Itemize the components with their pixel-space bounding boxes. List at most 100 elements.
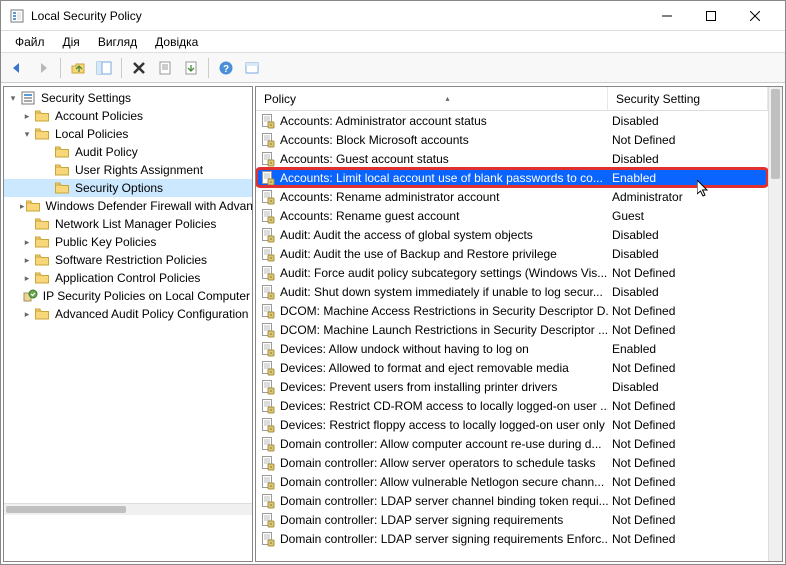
policy-value-cell: Not Defined	[608, 133, 768, 147]
policy-value-cell: Disabled	[608, 285, 768, 299]
horizontal-scrollbar[interactable]	[4, 503, 252, 515]
policy-list[interactable]: Policy▴ Security Setting Accounts: Admin…	[256, 87, 768, 561]
close-button[interactable]	[733, 2, 777, 30]
refresh-button[interactable]	[240, 56, 264, 80]
policy-name: Domain controller: LDAP server signing r…	[280, 532, 608, 546]
policy-icon	[260, 208, 276, 224]
policy-row[interactable]: DCOM: Machine Access Restrictions in Sec…	[256, 301, 768, 320]
policy-row[interactable]: Devices: Restrict CD-ROM access to local…	[256, 396, 768, 415]
expander-icon[interactable]	[20, 217, 34, 231]
tree-item[interactable]: Security Options	[4, 179, 252, 197]
policy-row[interactable]: Audit: Shut down system immediately if u…	[256, 282, 768, 301]
tree-item[interactable]: User Rights Assignment	[4, 161, 252, 179]
policy-name: Devices: Prevent users from installing p…	[280, 380, 557, 394]
policy-icon	[260, 113, 276, 129]
tree-item[interactable]: ▸Software Restriction Policies	[4, 251, 252, 269]
expander-icon[interactable]: ▸	[20, 307, 34, 321]
tree-item[interactable]: ▾ Local Policies	[4, 125, 252, 143]
policy-value-cell: Administrator	[608, 190, 768, 204]
expander-icon[interactable]: ▸	[20, 253, 34, 267]
expander-icon[interactable]: ▸	[20, 109, 34, 123]
tree-item[interactable]: ▸Windows Defender Firewall with Advanced…	[4, 197, 252, 215]
policy-icon	[260, 227, 276, 243]
column-header-policy[interactable]: Policy▴	[256, 87, 608, 110]
tree-item[interactable]: ▸ Application Control Policies	[4, 269, 252, 287]
export-button[interactable]	[179, 56, 203, 80]
menu-дія[interactable]: Дія	[55, 33, 88, 51]
policy-name: Audit: Shut down system immediately if u…	[280, 285, 603, 299]
app-window: Local Security Policy ФайлДіяВиглядДовід…	[0, 0, 786, 565]
policy-name-cell: Accounts: Block Microsoft accounts	[256, 132, 608, 148]
policy-row[interactable]: Devices: Restrict floppy access to local…	[256, 415, 768, 434]
policy-row[interactable]: Domain controller: LDAP server signing r…	[256, 529, 768, 548]
help-button[interactable]: ?	[214, 56, 238, 80]
back-button[interactable]	[5, 56, 29, 80]
expander-icon[interactable]	[40, 181, 54, 195]
policy-row[interactable]: Audit: Audit the access of global system…	[256, 225, 768, 244]
tree-item-label: Public Key Policies	[53, 235, 158, 249]
policy-row[interactable]: Domain controller: Allow computer accoun…	[256, 434, 768, 453]
expander-icon[interactable]: ▾	[20, 127, 34, 141]
column-header-label: Policy	[264, 92, 296, 106]
policy-row[interactable]: Accounts: Guest account statusDisabled	[256, 149, 768, 168]
policy-value-cell: Enabled	[608, 171, 768, 185]
ipsec-icon	[22, 288, 38, 304]
expander-icon[interactable]: ▸	[20, 235, 34, 249]
maximize-button[interactable]	[689, 2, 733, 30]
policy-name: Accounts: Rename administrator account	[280, 190, 499, 204]
policy-name: DCOM: Machine Launch Restrictions in Sec…	[280, 323, 608, 337]
column-header-setting[interactable]: Security Setting	[608, 87, 768, 110]
policy-row[interactable]: Devices: Allow undock without having to …	[256, 339, 768, 358]
tree-item-label: Application Control Policies	[53, 271, 202, 285]
expander-icon[interactable]	[40, 145, 54, 159]
policy-value-cell: Not Defined	[608, 494, 768, 508]
policy-icon	[260, 379, 276, 395]
tree-root[interactable]: ▾ Security Settings	[4, 89, 252, 107]
vertical-scrollbar[interactable]	[768, 87, 782, 561]
menu-вигляд[interactable]: Вигляд	[90, 33, 145, 51]
tree-pane[interactable]: ▾ Security Settings ▸Account Policies ▾ Loc…	[3, 86, 253, 562]
policy-row[interactable]: Audit: Audit the use of Backup and Resto…	[256, 244, 768, 263]
menu-файл[interactable]: Файл	[7, 33, 53, 51]
policy-row[interactable]: Accounts: Administrator account statusDi…	[256, 111, 768, 130]
menu-довідка[interactable]: Довідка	[147, 33, 206, 51]
tree-item[interactable]: ▸ Public Key Policies	[4, 233, 252, 251]
policy-icon	[260, 132, 276, 148]
show-hide-tree-button[interactable]	[92, 56, 116, 80]
policy-row[interactable]: Accounts: Limit local account use of bla…	[256, 168, 768, 187]
policy-row[interactable]: Devices: Allowed to format and eject rem…	[256, 358, 768, 377]
policy-name: Devices: Restrict floppy access to local…	[280, 418, 605, 432]
tree-item[interactable]: ▸Advanced Audit Policy Configuration	[4, 305, 252, 323]
delete-button[interactable]	[127, 56, 151, 80]
tree-item[interactable]: Audit Policy	[4, 143, 252, 161]
expander-icon[interactable]: ▾	[6, 91, 20, 105]
policy-row[interactable]: Accounts: Rename guest accountGuest	[256, 206, 768, 225]
policy-row[interactable]: Devices: Prevent users from installing p…	[256, 377, 768, 396]
expander-icon[interactable]	[40, 163, 54, 177]
properties-button[interactable]	[153, 56, 177, 80]
policy-row[interactable]: Accounts: Rename administrator account Ad…	[256, 187, 768, 206]
tree-item[interactable]: ▸Account Policies	[4, 107, 252, 125]
policy-row[interactable]: Domain controller: LDAP server signing r…	[256, 510, 768, 529]
policy-row[interactable]: DCOM: Machine Launch Restrictions in Sec…	[256, 320, 768, 339]
policy-row[interactable]: Domain controller: LDAP server channel b…	[256, 491, 768, 510]
tree-item-label: Security Settings	[39, 91, 133, 105]
up-button[interactable]	[66, 56, 90, 80]
scroll-thumb[interactable]	[6, 506, 126, 513]
policy-icon	[260, 436, 276, 452]
scroll-thumb[interactable]	[771, 89, 780, 179]
policy-row[interactable]: Domain controller: Allow server operator…	[256, 453, 768, 472]
folder-icon	[34, 306, 50, 322]
policy-row[interactable]: Accounts: Block Microsoft accountsNot De…	[256, 130, 768, 149]
forward-button[interactable]	[31, 56, 55, 80]
policy-icon	[260, 455, 276, 471]
policy-value-cell: Disabled	[608, 380, 768, 394]
tree-item[interactable]: Network List Manager Policies	[4, 215, 252, 233]
policy-row[interactable]: Domain controller: Allow vulnerable Netl…	[256, 472, 768, 491]
minimize-button[interactable]	[645, 2, 689, 30]
tree-item-label: Local Policies	[53, 127, 130, 141]
tree-item[interactable]: IP Security Policies on Local Computer	[4, 287, 252, 305]
expander-icon[interactable]: ▸	[20, 271, 34, 285]
policy-row[interactable]: Audit: Force audit policy subcategory se…	[256, 263, 768, 282]
tree-item-label: IP Security Policies on Local Computer	[41, 289, 252, 303]
